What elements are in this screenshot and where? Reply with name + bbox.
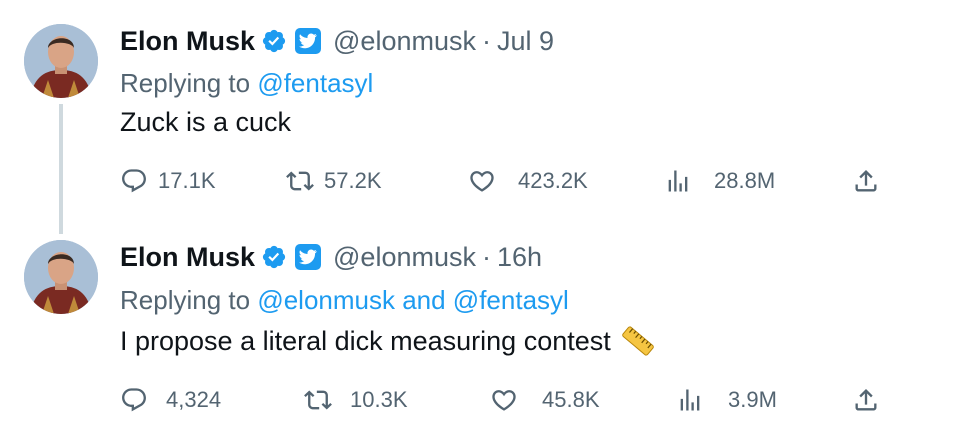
tweet-text-content: I propose a literal dick measuring conte…: [120, 325, 611, 356]
verified-badge-icon[interactable]: [261, 244, 287, 270]
views-chart-icon: [680, 389, 700, 411]
retweet-button[interactable]: 10.3K: [304, 385, 408, 415]
replying-to-mentions[interactable]: @elonmusk and @fentasyl: [257, 285, 569, 315]
avatar[interactable]: [24, 240, 98, 314]
like-count: 45.8K: [542, 387, 600, 412]
reply-count: 4,324: [166, 387, 222, 412]
replying-to-label: Replying to: [120, 285, 251, 315]
straight-ruler-icon: [621, 326, 654, 356]
reply-button[interactable]: 4,324: [120, 385, 221, 415]
views-button[interactable]: 3.9M: [676, 385, 777, 415]
views-count: 3.9M: [728, 387, 777, 412]
heart-icon: [492, 390, 516, 411]
tweet[interactable]: Elon Musk @elonmusk · 16h Replying to @e…: [0, 0, 962, 412]
tweet-timestamp[interactable]: 16h: [497, 242, 542, 273]
tweet-header: Elon Musk @elonmusk · 16h: [120, 240, 542, 274]
tweet-actions: 4,324 10.3K 45.8K 3.9M: [0, 385, 962, 415]
retweet-icon: [304, 390, 332, 410]
like-button[interactable]: 45.8K: [490, 385, 600, 415]
author-name[interactable]: Elon Musk: [120, 242, 255, 273]
author-handle[interactable]: @elonmusk: [333, 242, 476, 273]
share-icon: [855, 389, 877, 411]
retweet-count: 10.3K: [350, 387, 408, 412]
replying-to: Replying to @elonmusk and @fentasyl: [120, 285, 569, 316]
affiliate-twitter-badge-icon[interactable]: [295, 244, 322, 270]
tweet-text: I propose a literal dick measuring conte…: [120, 324, 655, 358]
separator-dot: ·: [481, 241, 491, 272]
reply-icon: [122, 388, 146, 412]
share-button[interactable]: [852, 385, 880, 415]
